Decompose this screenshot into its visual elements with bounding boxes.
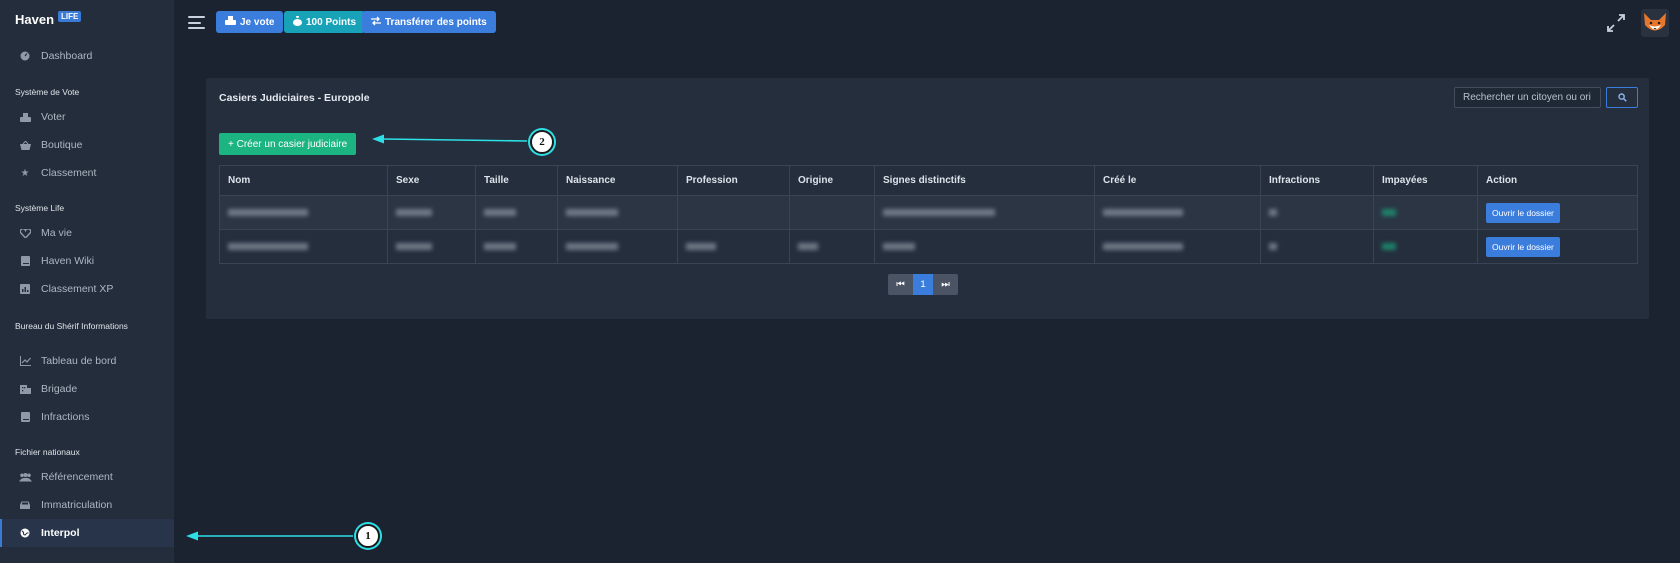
annotation-arrowhead-2 xyxy=(372,134,384,144)
annotation-arrowhead-1 xyxy=(186,531,198,541)
annotation-marker-1: 1 xyxy=(356,524,380,548)
annotation-arrows xyxy=(186,134,528,541)
annotation-marker-2: 2 xyxy=(530,130,554,154)
annotation-arrow-2 xyxy=(382,138,528,142)
